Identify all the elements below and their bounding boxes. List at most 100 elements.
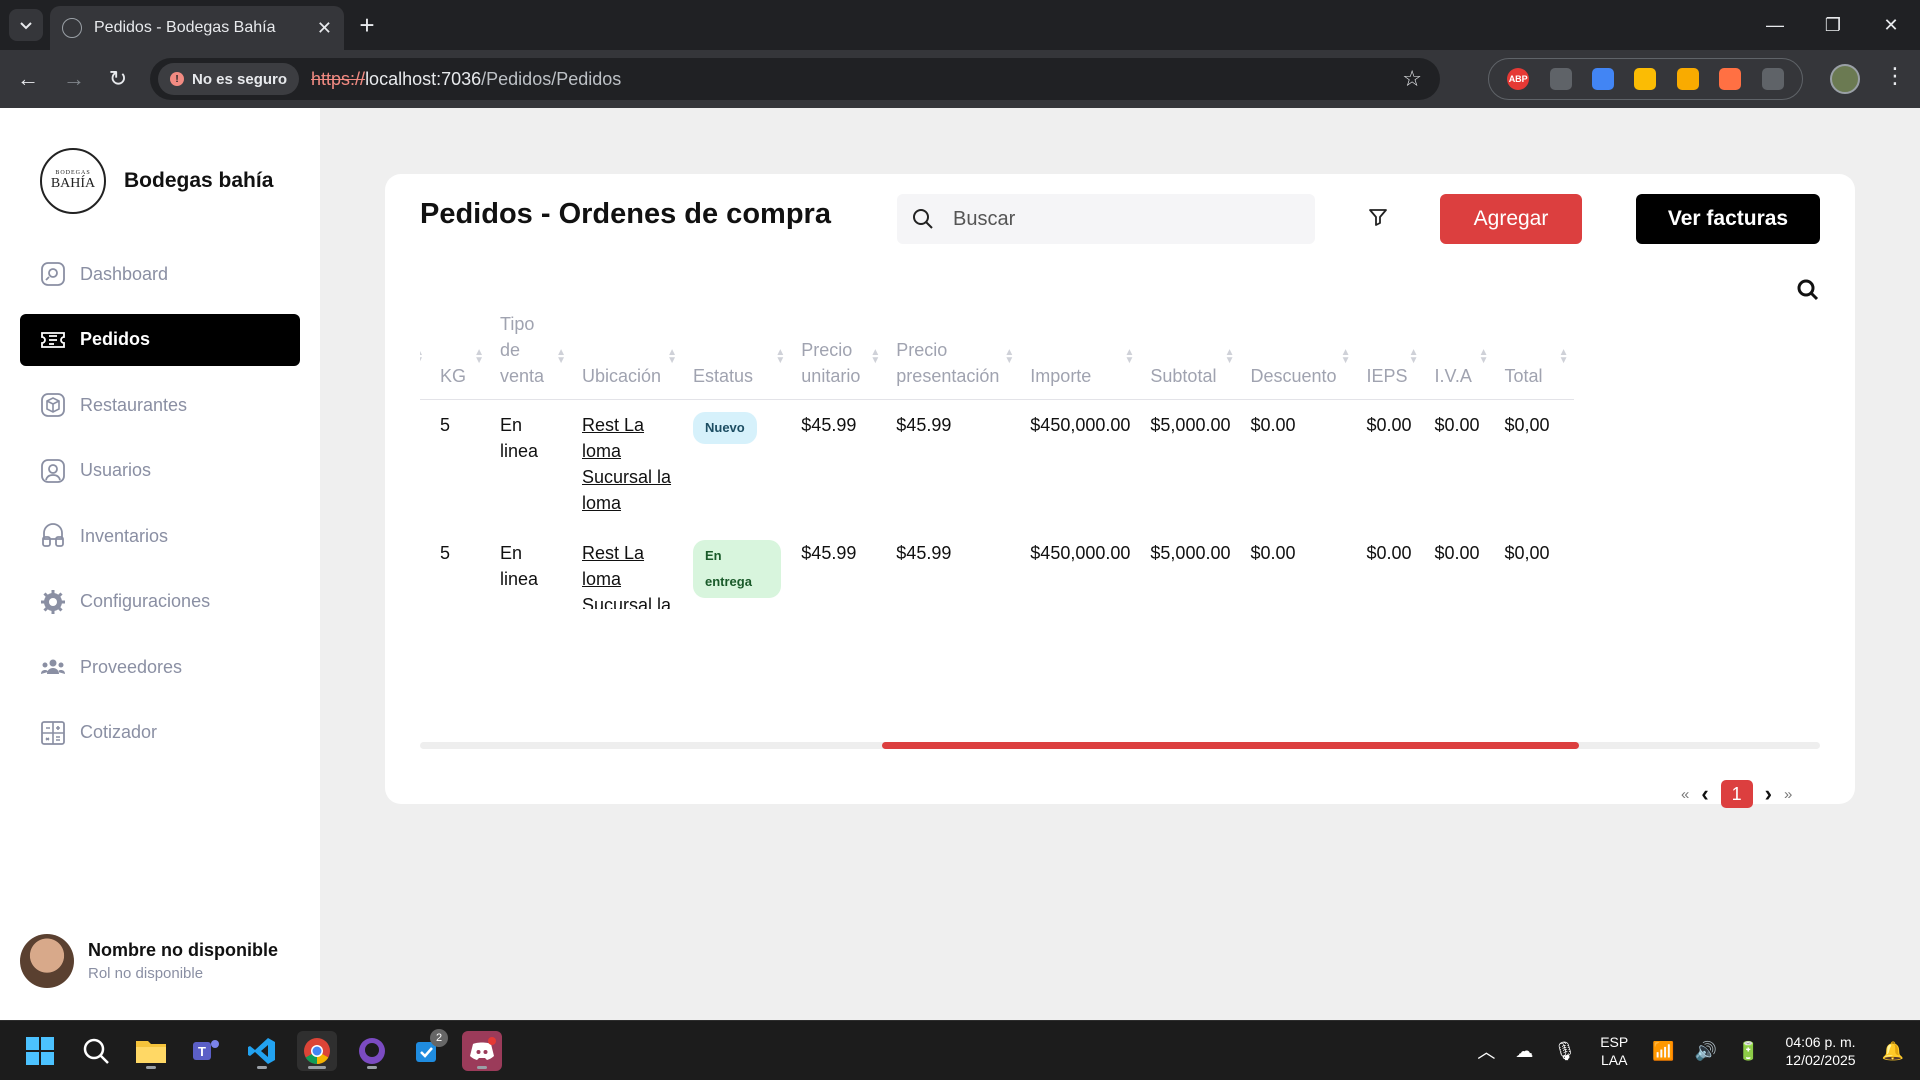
show-hidden-icons-icon[interactable]: ︿ xyxy=(1477,1038,1495,1064)
last-page-button[interactable]: » xyxy=(1784,786,1792,803)
sidebar-item-usuarios[interactable]: Usuarios xyxy=(20,445,300,497)
site-favicon-icon xyxy=(62,18,82,38)
reload-button[interactable]: ↻ xyxy=(102,63,134,95)
status-badge: Nuevo xyxy=(693,411,757,444)
battery-icon[interactable]: 🔋 xyxy=(1737,1041,1759,1062)
sidebar-item-dashboard[interactable]: Dashboard xyxy=(20,248,300,300)
user-profile[interactable]: Nombre no disponible Rol no disponible xyxy=(20,934,278,988)
column-header[interactable]: Subtotal ▲ ▼ xyxy=(1140,309,1241,400)
extensions-puzzle-icon[interactable] xyxy=(1761,68,1784,90)
table-row[interactable]: 5 En linea Rest La loma Sucursal la loma En… xyxy=(420,528,1574,610)
language-indicator[interactable]: ESP LAA xyxy=(1600,1033,1628,1069)
column-header[interactable]: Tipo de venta ▲ ▼ xyxy=(490,309,572,400)
column-header[interactable]: Descuento ▲ ▼ xyxy=(1240,309,1357,400)
filter-button[interactable] xyxy=(1363,202,1393,232)
search-icon[interactable] xyxy=(76,1031,116,1071)
clock[interactable]: 04:06 p. m. 12/02/2025 xyxy=(1786,1033,1856,1069)
bookmark-star-icon[interactable]: ☆ xyxy=(1402,66,1422,92)
table-cell-precio_presentacion: $45.99 xyxy=(896,542,952,563)
colorpick-icon[interactable] xyxy=(1634,68,1657,90)
onedrive-icon[interactable]: ☁ xyxy=(1515,1041,1533,1062)
scrollbar-thumb[interactable] xyxy=(882,742,1579,749)
prev-page-button[interactable]: ‹ xyxy=(1701,781,1708,807)
profile-avatar[interactable] xyxy=(1830,64,1860,94)
column-header[interactable]: Precio presentación ▲ ▼ xyxy=(886,309,1021,400)
rocket-icon[interactable] xyxy=(1719,68,1742,90)
docs-icon[interactable] xyxy=(1592,68,1615,90)
column-header-label: Total xyxy=(1504,365,1543,386)
location-link[interactable]: Rest La loma Sucursal la loma xyxy=(582,543,671,610)
running-indicator xyxy=(477,1066,487,1069)
column-header[interactable]: Ubicación ▲ ▼ xyxy=(572,309,683,400)
security-chip[interactable]: ! No es seguro xyxy=(158,63,300,95)
inventory-icon xyxy=(40,523,66,549)
search-box[interactable] xyxy=(897,194,1315,244)
column-header-label: IEPS xyxy=(1366,365,1408,386)
table-cell-tipo: En linea xyxy=(500,414,539,461)
column-header[interactable]: Importe ▲ ▼ xyxy=(1020,309,1141,400)
column-header[interactable]: Total ▲ ▼ xyxy=(1494,309,1575,400)
not-secure-icon: ! xyxy=(170,72,184,86)
new-tab-button[interactable]: + xyxy=(352,10,382,40)
current-page-button[interactable]: 1 xyxy=(1720,780,1753,808)
wifi-icon[interactable]: 📶 xyxy=(1652,1041,1674,1062)
column-header[interactable]: Estatus ▲ ▼ xyxy=(683,309,792,400)
microphone-icon[interactable]: 🎙 xyxy=(1553,1041,1576,1062)
adblock-plus-icon[interactable]: ABP xyxy=(1507,68,1530,90)
chevron-down-icon xyxy=(20,22,32,30)
tab-search-button[interactable] xyxy=(9,9,43,41)
volume-icon[interactable]: 🔊 xyxy=(1695,1041,1717,1062)
teams-icon[interactable]: T xyxy=(186,1031,226,1071)
add-order-button[interactable]: Agregar xyxy=(1440,194,1582,244)
table-cell-ubicacion: Rest La loma Sucursal la loma xyxy=(572,528,683,610)
browser-tab[interactable]: Pedidos - Bodegas Bahía ✕ xyxy=(50,6,344,50)
table-cell-cut xyxy=(420,528,430,610)
column-header[interactable]: KG ▲ ▼ xyxy=(430,309,490,400)
sidebar-item-label: Restaurantes xyxy=(80,394,188,415)
minimize-window-button[interactable]: — xyxy=(1746,0,1804,50)
brand[interactable]: BODEGAS BAHÍA Bodegas bahía xyxy=(40,148,273,214)
url-protocol: https:// xyxy=(311,68,366,89)
browser-menu-icon[interactable]: ⋮ xyxy=(1880,63,1910,89)
table-row[interactable]: 5 En linea Rest La loma Sucursal la loma Nu… xyxy=(420,399,1574,528)
horizontal-scrollbar[interactable] xyxy=(420,742,1820,749)
sidebar-item-pedidos[interactable]: Pedidos xyxy=(20,313,300,366)
discord-icon[interactable] xyxy=(462,1031,502,1071)
column-header[interactable]: tación▲▼ xyxy=(420,309,430,400)
github-desktop-icon[interactable] xyxy=(352,1031,392,1071)
todo-icon[interactable]: 2 xyxy=(408,1029,448,1071)
browser-toolbar: ← → ↻ ! No es seguro https://localhost:7… xyxy=(0,50,1920,108)
sidebar-item-cotizador[interactable]: Cotizador xyxy=(20,707,300,759)
sidebar-item-proveedores[interactable]: Proveedores xyxy=(20,641,300,693)
chrome-icon[interactable] xyxy=(297,1031,337,1071)
column-header[interactable]: I.V.A ▲ ▼ xyxy=(1424,309,1495,400)
first-page-button[interactable]: « xyxy=(1681,786,1689,803)
close-tab-icon[interactable]: ✕ xyxy=(317,18,332,39)
table-header-row: tación▲▼KG▲▼Tipo de venta▲▼Ubicación▲▼Es… xyxy=(420,309,1575,400)
sidebar-item-restaurantes[interactable]: Restaurantes xyxy=(20,379,300,431)
restore-window-button[interactable]: ❐ xyxy=(1804,0,1862,50)
next-page-button[interactable]: › xyxy=(1765,781,1772,807)
column-header[interactable]: IEPS ▲ ▼ xyxy=(1356,309,1425,400)
address-bar[interactable]: ! No es seguro https://localhost:7036/Pe… xyxy=(150,58,1440,100)
vscode-icon[interactable] xyxy=(242,1031,282,1071)
url-text[interactable]: https://localhost:7036/Pedidos/Pedidos xyxy=(311,69,621,90)
table-search-icon[interactable] xyxy=(1795,277,1821,303)
column-header[interactable]: Precio unitario ▲ ▼ xyxy=(791,309,887,400)
user-icon xyxy=(40,458,66,484)
location-link[interactable]: Rest La loma Sucursal la loma xyxy=(582,415,671,513)
sidebar-item-configuraciones[interactable]: Configuraciones xyxy=(20,576,300,628)
json-icon[interactable] xyxy=(1676,68,1699,90)
sidebar-item-inventarios[interactable]: Inventarios xyxy=(20,510,300,562)
search-input[interactable] xyxy=(953,207,1253,231)
file-explorer-icon[interactable] xyxy=(131,1031,171,1071)
notifications-bell-icon[interactable]: 🔔 xyxy=(1882,1041,1904,1062)
forward-button[interactable]: → xyxy=(58,63,90,95)
view-invoices-button[interactable]: Ver facturas xyxy=(1636,194,1820,244)
avatar xyxy=(20,934,74,988)
close-window-button[interactable]: ✕ xyxy=(1862,0,1920,50)
pip-icon[interactable] xyxy=(1549,68,1572,90)
windows-start-icon[interactable] xyxy=(20,1031,60,1071)
back-button[interactable]: ← xyxy=(12,63,44,95)
table-cell-precio_presentacion: $45.99 xyxy=(896,414,952,435)
